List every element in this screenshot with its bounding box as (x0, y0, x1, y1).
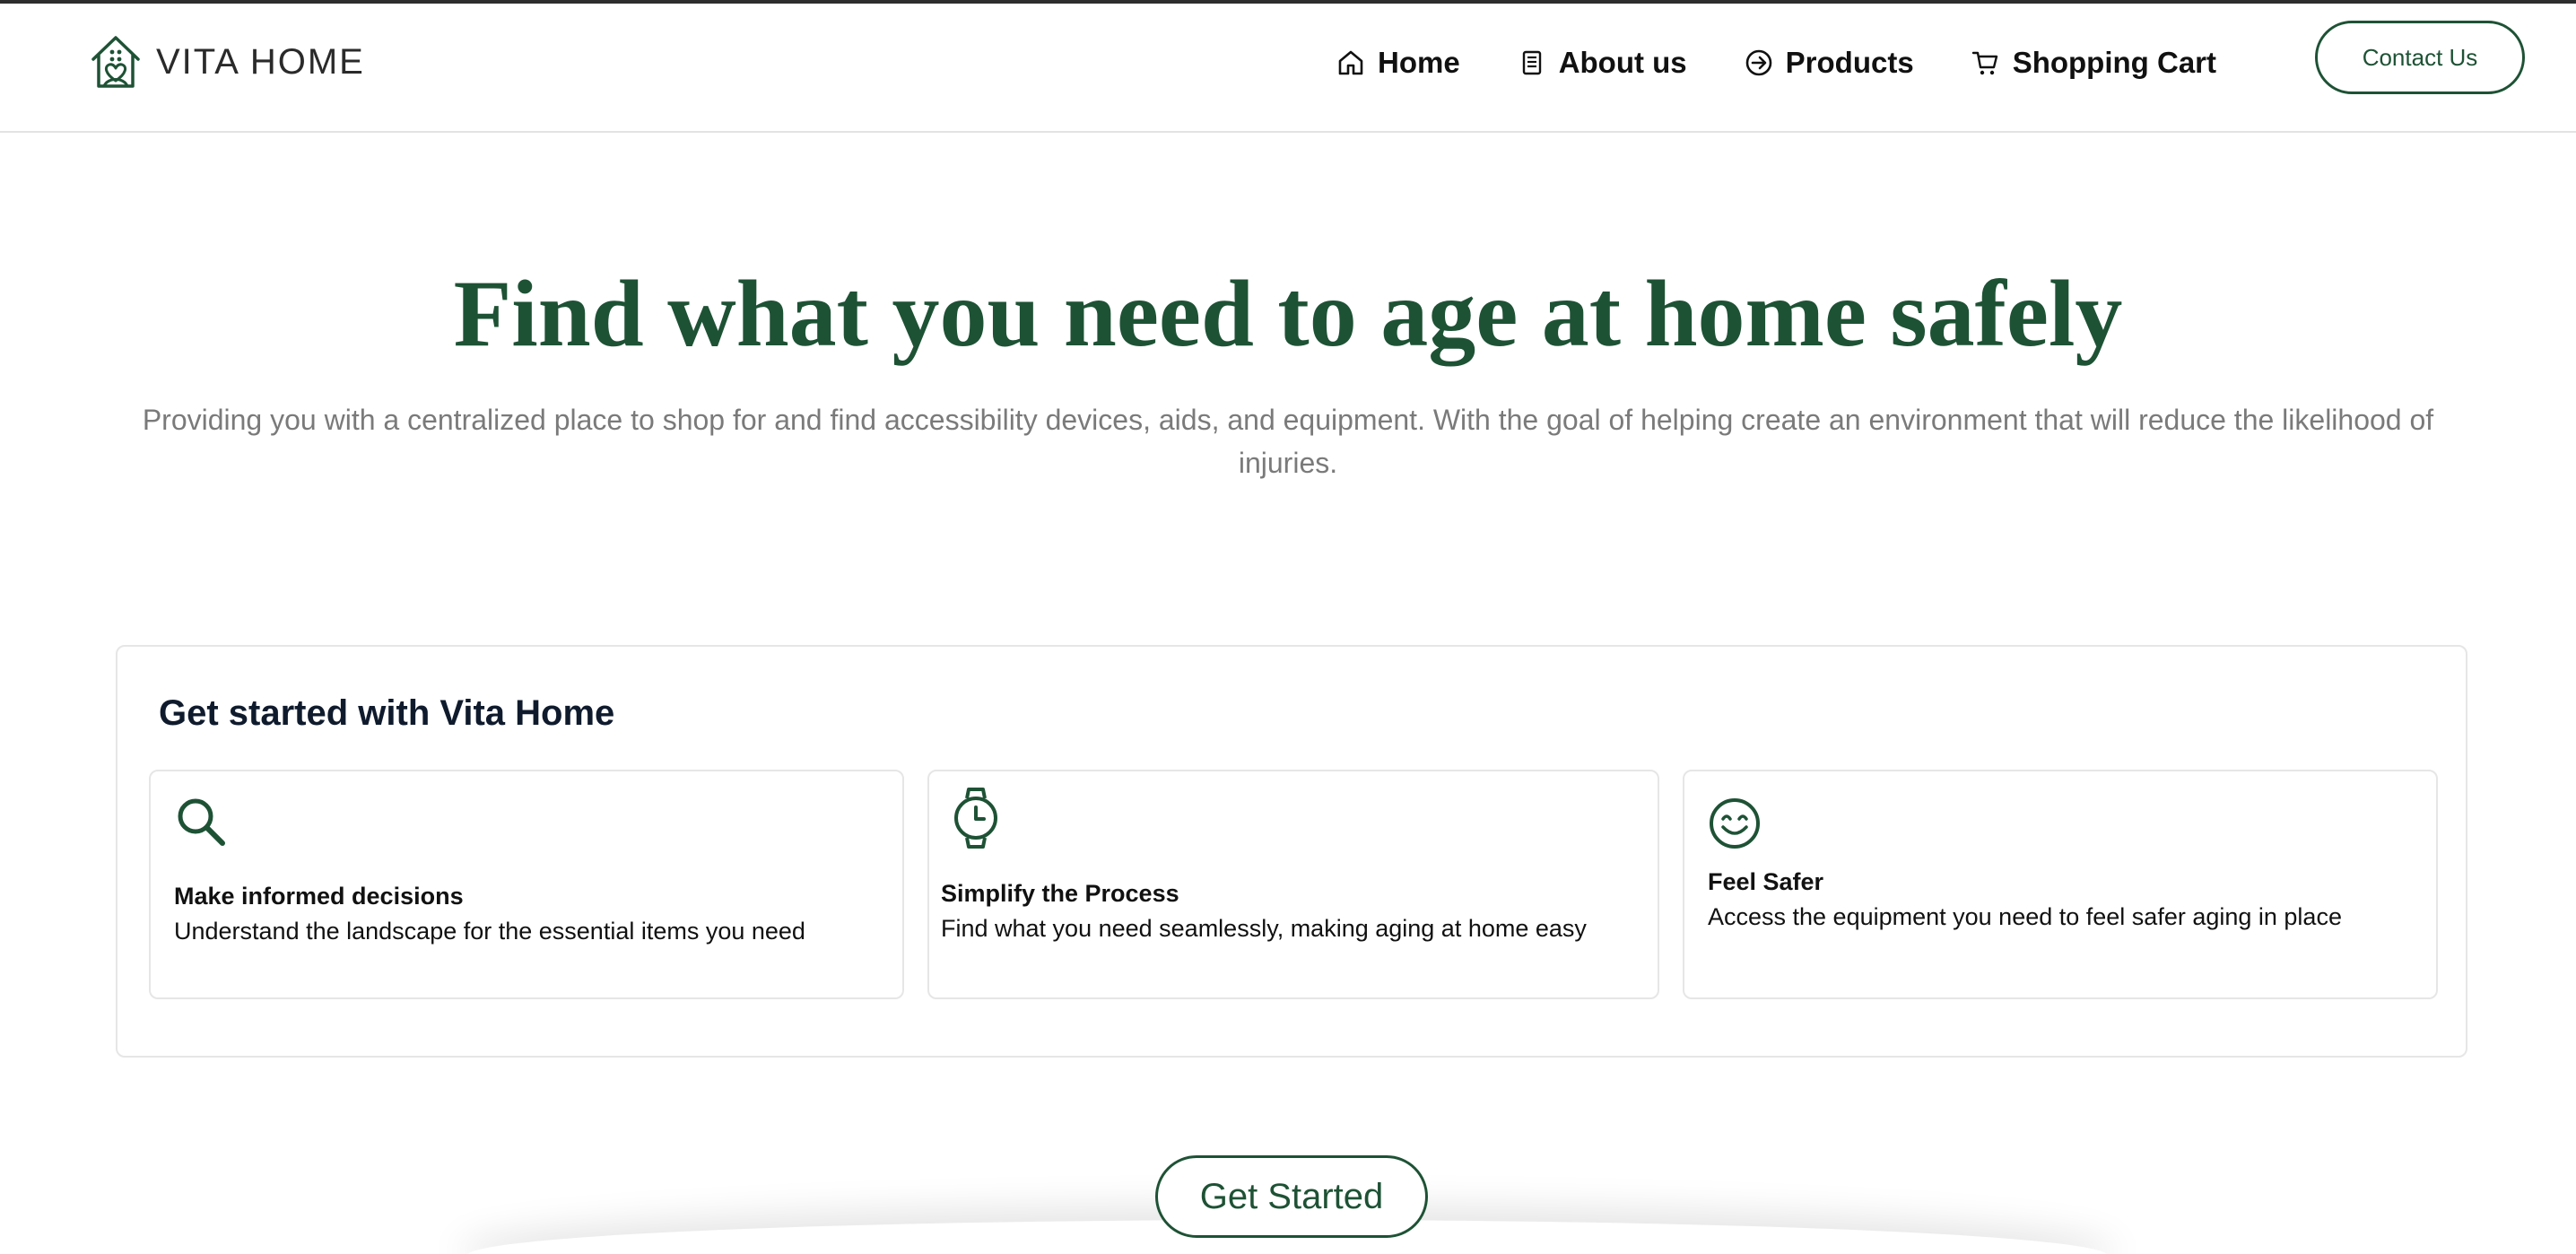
page: VITA HOME Home About us Products Shoppin… (0, 0, 2576, 1254)
feature-card-simplify: Simplify the Process Find what you need … (927, 770, 1659, 999)
contact-us-button[interactable]: Contact Us (2315, 21, 2525, 94)
cart-icon (1971, 51, 1997, 75)
feature-title: Make informed decisions (174, 883, 464, 910)
main-nav: Home About us Products Shopping Cart (1336, 39, 2216, 86)
nav-item-about[interactable]: About us (1518, 46, 1687, 80)
nav-item-home[interactable]: Home (1336, 46, 1460, 80)
search-icon (178, 798, 225, 846)
feature-description: Understand the landscape for the essenti… (174, 918, 805, 945)
nav-item-cart[interactable]: Shopping Cart (1971, 46, 2216, 80)
feature-title: Simplify the Process (941, 880, 1179, 907)
feature-card-informed: Make informed decisions Understand the l… (149, 770, 904, 999)
hero-subtitle: Providing you with a centralized place t… (142, 404, 2434, 479)
nav-label-products: Products (1785, 46, 1914, 79)
get-started-card: Get started with Vita Home Make informed… (116, 645, 2467, 1058)
hero-title: Find what you need to age at home safely (453, 261, 2123, 366)
nav-item-products[interactable]: Products (1745, 46, 1914, 80)
feature-description: Find what you need seamlessly, making ag… (941, 915, 1587, 942)
feature-card-safer: Feel Safer Access the equipment you need… (1683, 770, 2438, 999)
smile-icon (1710, 798, 1760, 849)
feature-description: Access the equipment you need to feel sa… (1708, 903, 2342, 930)
nav-label-home: Home (1378, 46, 1460, 79)
brand-logo[interactable]: VITA HOME (88, 32, 365, 91)
get-started-button[interactable]: Get Started (1155, 1155, 1428, 1238)
nav-label-cart: Shopping Cart (2012, 46, 2217, 79)
get-started-title: Get started with Vita Home (159, 693, 615, 733)
site-header: VITA HOME Home About us Products Shoppin… (0, 4, 2576, 133)
arrow-circle-right-icon (1745, 49, 1771, 76)
house-heart-icon (91, 36, 140, 88)
home-icon (1338, 50, 1363, 75)
nav-label-about: About us (1558, 46, 1687, 79)
feature-title: Feel Safer (1708, 868, 1824, 895)
watch-icon (954, 788, 997, 849)
brand-name: VITA HOME (156, 41, 365, 82)
document-icon (1522, 50, 1541, 75)
